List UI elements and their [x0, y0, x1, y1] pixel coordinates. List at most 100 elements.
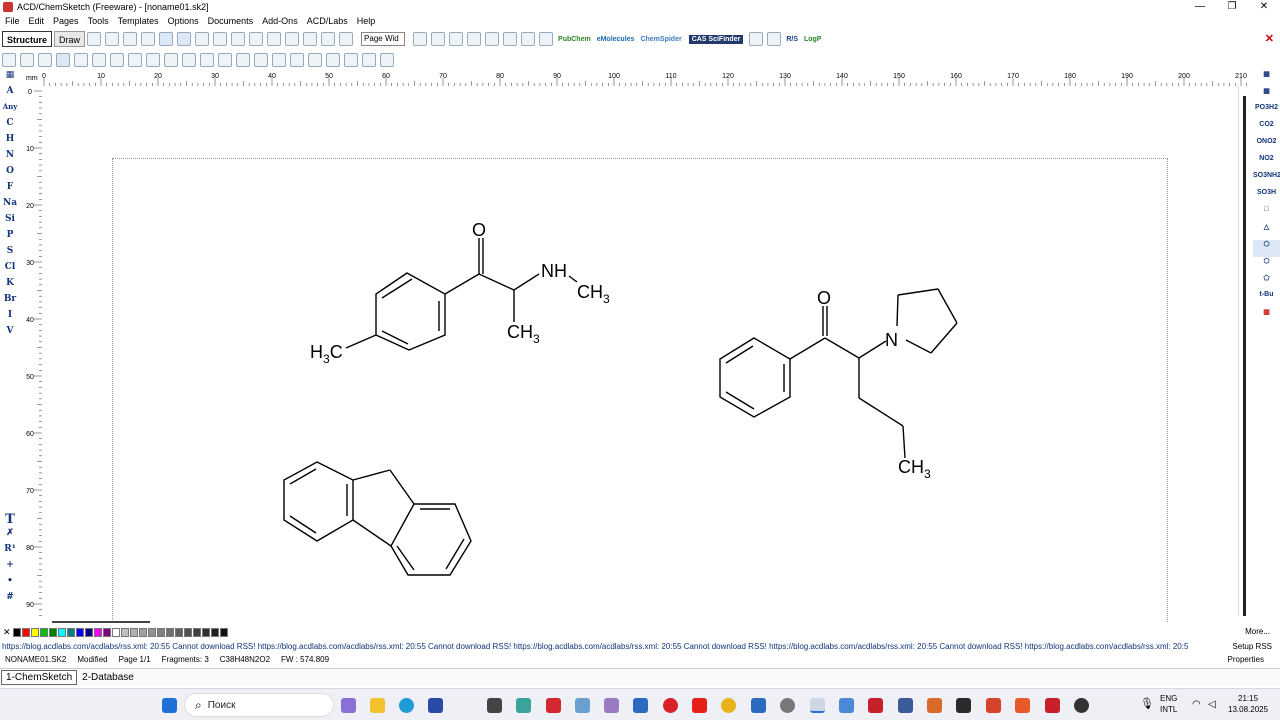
copy-icon[interactable] [285, 32, 300, 46]
iupac-icon[interactable] [503, 32, 518, 46]
file-explorer-icon[interactable] [370, 698, 385, 713]
color-swatch[interactable] [67, 628, 75, 637]
color-swatch[interactable] [220, 628, 228, 637]
copilot-icon[interactable] [341, 698, 356, 713]
color-swatch[interactable] [94, 628, 102, 637]
distribute-icon[interactable] [344, 53, 358, 67]
app-icon-red[interactable] [546, 698, 561, 713]
atom-br[interactable]: Br [0, 294, 20, 310]
new-page-icon[interactable] [87, 32, 102, 46]
menu-edit[interactable]: Edit [29, 16, 45, 26]
more-colors-button[interactable]: More... [1245, 627, 1270, 636]
vertical-scrollbar[interactable] [1238, 86, 1250, 616]
hexagon-ring-icon[interactable]: ⬡ [1253, 257, 1280, 274]
close-button[interactable]: ✕ [1248, 0, 1280, 14]
wave-bond-icon[interactable] [110, 53, 124, 67]
cas-scifinder-button[interactable]: CAS SciFinder [688, 34, 744, 44]
atom-i[interactable]: I [0, 310, 20, 326]
radical-icon[interactable]: • [0, 576, 20, 592]
color-swatch[interactable] [157, 628, 165, 637]
app-icon-dark[interactable] [487, 698, 502, 713]
draw-tab[interactable]: Draw [54, 31, 86, 47]
molecule-icon[interactable] [449, 32, 464, 46]
color-swatch[interactable] [58, 628, 66, 637]
cut-icon[interactable] [267, 32, 282, 46]
menu-documents[interactable]: Documents [208, 16, 254, 26]
paste-icon[interactable] [303, 32, 318, 46]
no-color-icon[interactable]: ✕ [3, 627, 13, 638]
template-co2[interactable]: CO2 [1253, 121, 1280, 138]
atom-f[interactable]: F [0, 182, 20, 198]
menu-file[interactable]: File [5, 16, 20, 26]
app-icon-orange[interactable] [927, 698, 942, 713]
center-icon[interactable] [308, 53, 322, 67]
emolecules-link[interactable]: eMolecules [597, 36, 635, 43]
color-swatch[interactable] [40, 628, 48, 637]
color-swatch[interactable] [166, 628, 174, 637]
atom-h[interactable]: H [0, 134, 20, 150]
check-all-icon[interactable] [146, 53, 160, 67]
template-ono2[interactable]: ONO2 [1253, 138, 1280, 155]
rotate-icon[interactable] [20, 53, 34, 67]
color-swatch[interactable] [121, 628, 129, 637]
numbering-icon[interactable]: # [0, 592, 20, 608]
save-icon[interactable] [177, 32, 192, 46]
flip-icon[interactable] [236, 53, 250, 67]
tab-database[interactable]: 2-Database [78, 671, 138, 684]
color-swatch[interactable] [13, 628, 21, 637]
color-swatch[interactable] [22, 628, 30, 637]
check-icon[interactable] [128, 53, 142, 67]
wifi-icon[interactable]: ◠ [1192, 699, 1201, 710]
atom-k[interactable]: K [0, 278, 20, 294]
molecule-mephedrone[interactable] [345, 238, 578, 351]
template-po3h2[interactable]: PO3H2 [1253, 104, 1280, 121]
color-swatch[interactable] [148, 628, 156, 637]
templates-grid-icon[interactable]: ▦ [1253, 70, 1280, 87]
pentagon-ring-icon[interactable]: ⬠ [1253, 274, 1280, 291]
group-icon[interactable] [362, 53, 376, 67]
close-document-icon[interactable]: ✕ [1265, 32, 1274, 45]
color-swatch[interactable] [130, 628, 138, 637]
acrobat-icon[interactable] [868, 698, 883, 713]
rss-ticker[interactable]: https://blog.acdlabs.com/acdlabs/rss.xml… [2, 642, 1232, 651]
horizontal-scrollbar[interactable] [42, 620, 1238, 626]
spectrum-icon[interactable] [467, 32, 482, 46]
grid-icon[interactable]: ▦ [0, 70, 20, 86]
molecule-fluorene[interactable] [283, 461, 472, 576]
atom-si[interactable]: Si [0, 214, 20, 230]
color-swatch[interactable] [211, 628, 219, 637]
app-icon-notification[interactable] [1074, 698, 1089, 713]
color-swatch[interactable] [202, 628, 210, 637]
clean-icon[interactable] [164, 53, 178, 67]
windows-start-icon[interactable] [162, 698, 177, 713]
text-icon[interactable] [254, 53, 268, 67]
add-hydrogen-icon[interactable] [272, 53, 286, 67]
template-so3h[interactable]: SO3H [1253, 189, 1280, 206]
arrow-icon[interactable] [182, 53, 196, 67]
3d-optimize-icon[interactable] [521, 32, 536, 46]
app-icon-teal[interactable] [516, 698, 531, 713]
app-icon-docs[interactable] [898, 698, 913, 713]
color-swatch[interactable] [184, 628, 192, 637]
menu-help[interactable]: Help [357, 16, 376, 26]
mirror-icon[interactable] [218, 53, 232, 67]
plus-icon[interactable] [200, 53, 214, 67]
export-icon[interactable] [213, 32, 228, 46]
opera-icon[interactable] [663, 698, 678, 713]
menu-acdlabs[interactable]: ACD/Labs [307, 16, 348, 26]
chain-icon[interactable] [92, 53, 106, 67]
print-icon[interactable] [195, 32, 210, 46]
chemspider-link[interactable]: ChemSpider [640, 36, 681, 43]
logp-button[interactable]: LogP [804, 36, 822, 43]
minimize-button[interactable]: — [1184, 0, 1216, 14]
atom-a[interactable]: A [0, 86, 20, 102]
menu-pages[interactable]: Pages [53, 16, 79, 26]
molecule-alpha-pvp[interactable] [719, 288, 958, 459]
properties-button[interactable]: Properties [1228, 655, 1264, 664]
fragment-icon[interactable]: ▦ [1253, 87, 1280, 104]
color-swatch[interactable] [175, 628, 183, 637]
stereo-icon[interactable] [767, 32, 782, 46]
taskbar-search[interactable]: ⌕ Поиск [184, 693, 334, 717]
new-icon[interactable] [141, 32, 156, 46]
color-swatch[interactable] [193, 628, 201, 637]
